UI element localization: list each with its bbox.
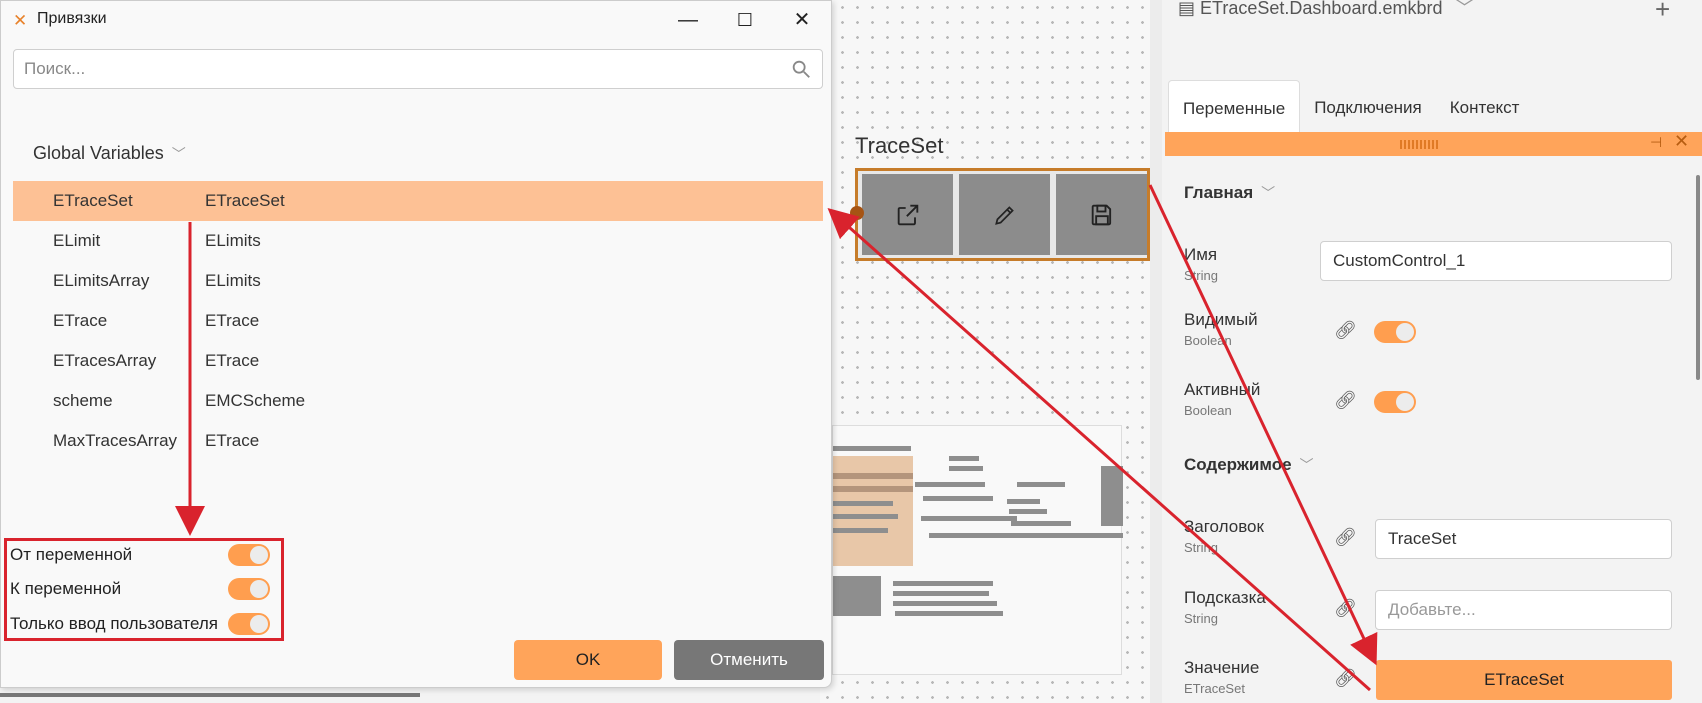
link-icon[interactable]: 🔗︎ [1334, 320, 1357, 341]
cancel-button[interactable]: Отменить [674, 640, 824, 680]
list-item[interactable]: ETracesArray ETrace [13, 341, 823, 381]
prop-tooltip-type: String [1184, 611, 1218, 626]
chevron-down-icon: ﹀ [171, 146, 186, 162]
list-item[interactable]: ELimit ELimits [13, 221, 823, 261]
section-main-header[interactable]: Главная ﹀ [1184, 183, 1275, 203]
file-icon: ▤ [1178, 0, 1196, 18]
panel-tabs: Переменные Подключения Контекст [1168, 80, 1533, 132]
ok-button[interactable]: OK [514, 640, 662, 680]
chevron-down-icon: ﹀ [1299, 457, 1314, 473]
minimap-preview[interactable] [832, 425, 1123, 675]
toggle-knob [250, 615, 268, 633]
external-link-icon [897, 204, 918, 225]
prop-value-type: ETraceSet [1184, 681, 1245, 696]
app-logo-icon: ✕ [13, 11, 28, 30]
prop-visible-type: Boolean [1184, 333, 1232, 348]
custom-control-selected[interactable] [855, 168, 1150, 261]
section-content-header[interactable]: Содержимое ﹀ [1184, 455, 1314, 475]
list-item[interactable]: ETraceSet ETraceSet [13, 181, 823, 221]
enabled-toggle[interactable] [1374, 391, 1416, 413]
to-variable-toggle[interactable] [228, 578, 270, 600]
document-tab[interactable]: ▤ ETraceSet.Dashboard.emkbrd ﹀ [1178, 0, 1474, 20]
link-icon[interactable]: 🔗︎ [1334, 527, 1357, 548]
tab-variables[interactable]: Переменные [1168, 80, 1301, 132]
dialog-titlebar[interactable]: ✕ Привязки — ☐ ✕ [1, 1, 833, 39]
list-item[interactable]: ELimitsArray ELimits [13, 261, 823, 301]
search-input[interactable]: Поиск... [13, 49, 823, 89]
pencil-icon [994, 205, 1014, 225]
list-item[interactable]: MaxTracesArray ETrace [13, 421, 823, 461]
link-icon[interactable]: 🔗︎ [1334, 598, 1357, 619]
option-user-input-label: Только ввод пользователя [10, 614, 218, 633]
link-icon[interactable]: 🔗︎ [1334, 390, 1357, 411]
toggle-knob [250, 580, 268, 598]
save-icon [1091, 204, 1111, 225]
name-field[interactable]: CustomControl_1 [1320, 241, 1672, 281]
minimize-button[interactable]: — [671, 5, 705, 35]
scrollbar[interactable] [1696, 175, 1700, 380]
prop-header-type: String [1184, 540, 1218, 555]
pin-icon[interactable]: ⊣ [1650, 134, 1662, 151]
tooltip-field[interactable]: Добавьте... [1375, 590, 1672, 630]
prop-visible-label: Видимый [1184, 310, 1258, 329]
edit-button[interactable] [959, 174, 1050, 255]
toggle-knob [250, 546, 268, 564]
binding-anchor-handle[interactable] [850, 206, 864, 220]
tab-connections[interactable]: Подключения [1300, 80, 1436, 132]
visible-toggle[interactable] [1374, 321, 1416, 343]
dialog-title: Привязки [37, 10, 107, 27]
list-item[interactable]: ETrace ETrace [13, 301, 823, 341]
variables-list: ETraceSet ETraceSet ELimit ELimits ELimits… [13, 181, 823, 461]
panel-splitter[interactable] [1150, 0, 1162, 703]
drag-grip-icon[interactable] [1400, 140, 1440, 149]
taskbar-edge [0, 693, 420, 697]
prop-enabled-type: Boolean [1184, 403, 1232, 418]
prop-name-type: String [1184, 268, 1218, 283]
tab-context[interactable]: Контекст [1436, 80, 1534, 132]
prop-tooltip-label: Подсказка [1184, 588, 1266, 607]
search-icon[interactable] [790, 58, 812, 80]
unlink-icon[interactable]: 🔗︎ [1334, 668, 1357, 689]
chevron-down-icon: ﹀ [1261, 185, 1276, 201]
export-button[interactable] [862, 174, 953, 255]
chevron-down-icon[interactable]: ﹀ [1456, 0, 1474, 18]
control-caption: TraceSet [855, 133, 944, 158]
prop-name-label: Имя [1184, 245, 1218, 264]
maximize-button[interactable]: ☐ [728, 5, 762, 35]
global-variables-group[interactable]: Global Variables ﹀ [33, 143, 186, 164]
option-to-variable-label: К переменной [10, 579, 122, 598]
close-icon[interactable]: ✕ [1674, 131, 1689, 152]
prop-header-label: Заголовок [1184, 517, 1264, 536]
save-button[interactable] [1056, 174, 1147, 255]
from-variable-toggle[interactable] [228, 544, 270, 566]
list-item[interactable]: scheme EMCScheme [13, 381, 823, 421]
bindings-dialog: ✕ Привязки — ☐ ✕ Поиск... Global Variabl… [0, 0, 832, 688]
option-from-variable-label: От переменной [10, 545, 133, 564]
close-button[interactable]: ✕ [785, 5, 819, 35]
add-document-button[interactable]: + [1655, 0, 1670, 25]
value-binding-button[interactable]: ETraceSet [1376, 660, 1672, 700]
header-field[interactable]: TraceSet [1375, 519, 1672, 559]
user-input-only-toggle[interactable] [228, 613, 270, 635]
prop-value-label: Значение [1184, 658, 1260, 677]
toggle-knob [1396, 393, 1414, 411]
toggle-knob [1396, 323, 1414, 341]
prop-enabled-label: Активный [1184, 380, 1261, 399]
